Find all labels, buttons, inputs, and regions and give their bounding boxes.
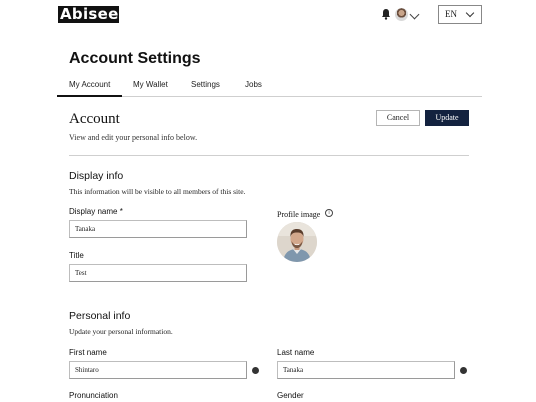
first-name-label: First name <box>69 348 107 357</box>
section-subtitle: View and edit your personal info below. <box>69 133 198 142</box>
chevron-down-icon[interactable] <box>409 9 420 20</box>
info-icon[interactable]: i <box>325 209 333 217</box>
globe-icon[interactable] <box>460 367 467 374</box>
page-title: Account Settings <box>69 50 201 67</box>
last-name-label: Last name <box>277 348 315 357</box>
info-icon-glyph: i <box>328 210 330 216</box>
profile-photo <box>277 222 317 262</box>
chevron-down-icon <box>465 8 475 18</box>
display-info-description: This information will be visible to all … <box>69 187 246 196</box>
last-name-input[interactable]: Tanaka <box>277 361 455 379</box>
display-name-label: Display name * <box>69 207 123 216</box>
tab-bar: My Account My Wallet Settings Jobs <box>56 78 482 97</box>
section-title: Account <box>69 111 120 127</box>
first-name-input[interactable]: Shintaro <box>69 361 247 379</box>
user-avatar[interactable] <box>395 8 408 21</box>
title-label: Title <box>69 251 84 260</box>
tab-my-account[interactable]: My Account <box>56 80 123 97</box>
profile-image[interactable] <box>277 222 317 262</box>
personal-info-description: Update your personal information. <box>69 327 173 336</box>
update-button[interactable]: Update <box>425 110 469 126</box>
gender-label: Gender <box>277 391 304 400</box>
cancel-button[interactable]: Cancel <box>376 110 420 126</box>
tab-settings[interactable]: Settings <box>191 80 220 89</box>
display-info-heading: Display info <box>69 170 124 182</box>
language-value: EN <box>445 9 457 19</box>
tab-my-wallet[interactable]: My Wallet <box>133 80 168 89</box>
profile-image-label: Profile image <box>277 210 321 219</box>
personal-info-heading: Personal info <box>69 310 131 322</box>
title-input[interactable]: Test <box>69 264 247 282</box>
display-name-input[interactable]: Tanaka <box>69 220 247 238</box>
tab-jobs[interactable]: Jobs <box>245 80 262 89</box>
pronunciation-label: Pronunciation <box>69 391 118 400</box>
globe-icon[interactable] <box>252 367 259 374</box>
bell-icon[interactable] <box>381 8 391 20</box>
divider <box>69 155 469 156</box>
site-logo[interactable]: Abiseek <box>58 6 129 23</box>
language-select[interactable]: EN <box>438 5 482 24</box>
